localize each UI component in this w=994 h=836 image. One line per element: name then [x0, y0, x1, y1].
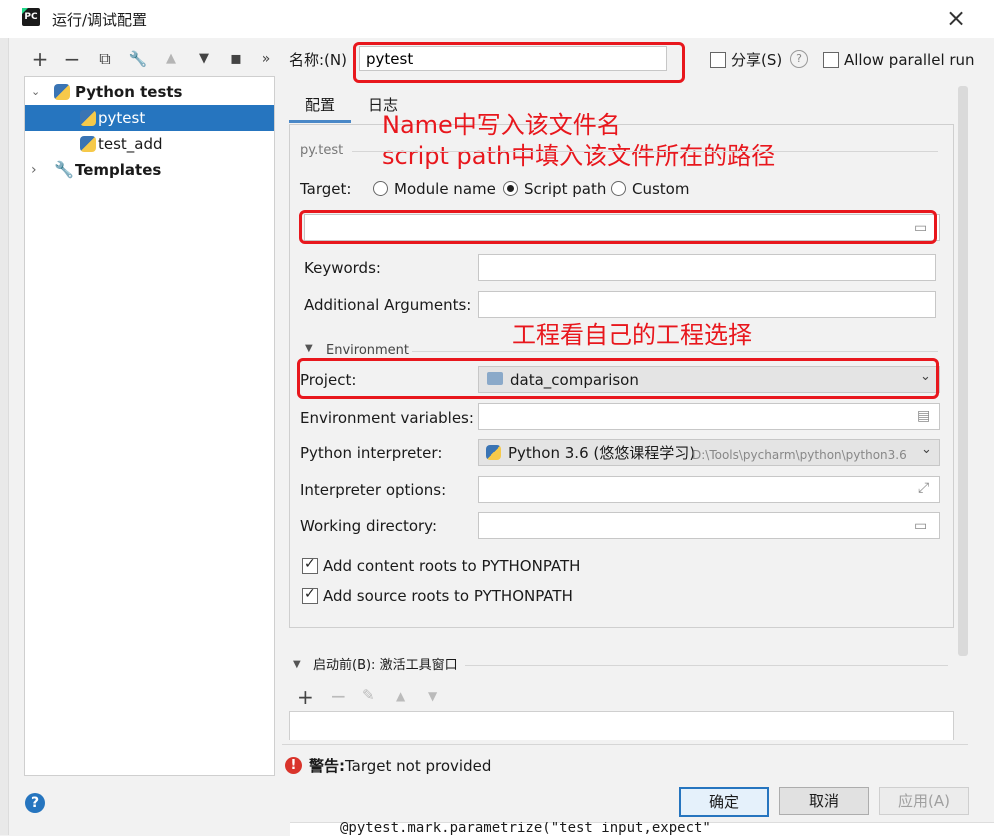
python-tests-icon [54, 84, 70, 100]
tree-group-python-tests[interactable]: ⌄ Python tests [25, 79, 274, 105]
interpreter-value: Python 3.6 (悠悠课程学习) [508, 444, 696, 462]
chevron-down-icon[interactable]: ⌄ [921, 442, 932, 457]
move-up-icon[interactable]: ▲ [160, 48, 182, 70]
keywords-input[interactable] [478, 254, 936, 281]
environment-divider [412, 351, 938, 352]
target-module-radio[interactable] [373, 181, 388, 196]
annotation-box-name [353, 42, 685, 83]
annotation-note-project: 工程看自己的工程选择 [512, 321, 752, 349]
share-checkbox[interactable] [710, 52, 726, 68]
pycharm-logo-icon: PC [22, 8, 40, 26]
name-label: 名称:(N) [289, 51, 347, 69]
interp-options-label: Interpreter options: [300, 481, 447, 499]
parallel-run-label: Allow parallel run [844, 51, 975, 69]
section-title: py.test [300, 143, 344, 158]
remove-config-icon[interactable]: − [61, 48, 83, 70]
env-vars-input[interactable] [478, 403, 940, 430]
environment-collapse-icon[interactable]: ▼ [305, 343, 313, 354]
warning-text: Target not provided [345, 757, 492, 775]
wrench-icon: 🔧 [54, 160, 74, 179]
interpreter-label: Python interpreter: [300, 444, 443, 462]
add-task-icon[interactable]: + [297, 685, 314, 709]
source-roots-checkbox[interactable] [302, 586, 318, 604]
help-icon[interactable]: ? [790, 50, 808, 68]
warning-title: 警告: [309, 757, 345, 775]
tree-item-test-add[interactable]: test_add [25, 131, 274, 157]
pytest-icon [80, 110, 96, 126]
content-roots-checkbox[interactable] [302, 556, 318, 574]
python-icon [486, 445, 501, 460]
interpreter-path: D:\Tools\pycharm\python\python3.6 [692, 448, 907, 462]
document-icon[interactable]: ▤ [917, 409, 930, 423]
move-down-icon[interactable]: ▼ [193, 48, 215, 70]
wrench-icon[interactable]: 🔧 [127, 48, 149, 70]
interp-options-input[interactable] [478, 476, 940, 503]
annotation-box-script-path [299, 210, 937, 244]
background-code-line: @pytest.mark.parametrize("test_input,exp… [340, 822, 711, 835]
annotation-note-script-path: script path中填入该文件所在的路径 [382, 142, 776, 170]
tree-item-label: pytest [98, 109, 146, 127]
move-up-icon[interactable]: ▲ [396, 689, 405, 703]
active-tab-indicator [289, 120, 351, 123]
tree-group-label: Python tests [75, 83, 183, 101]
remove-task-icon[interactable]: − [330, 684, 347, 708]
apply-button[interactable]: 应用(A) [879, 787, 969, 815]
move-down-icon[interactable]: ▼ [428, 689, 437, 703]
before-launch-collapse-icon[interactable]: ▼ [293, 659, 301, 670]
source-roots-label: Add source roots to PYTHONPATH [323, 587, 573, 605]
ok-button[interactable]: 确定 [679, 787, 769, 817]
title-bar [0, 0, 994, 38]
keywords-label: Keywords: [304, 259, 381, 277]
error-icon: ! [285, 757, 302, 774]
env-vars-label: Environment variables: [300, 409, 474, 427]
scrollbar[interactable] [958, 86, 968, 656]
tree-templates-label: Templates [75, 161, 162, 179]
tree-item-pytest[interactable]: pytest [25, 105, 274, 131]
before-launch-list[interactable] [289, 711, 954, 740]
before-launch-divider [465, 665, 948, 666]
annotation-box-project [297, 358, 939, 399]
target-custom-label: Custom [632, 180, 690, 198]
cancel-button[interactable]: 取消 [779, 787, 869, 815]
target-custom-radio[interactable] [611, 181, 626, 196]
chevron-right-icon[interactable]: › [31, 157, 37, 183]
pytest-icon [80, 136, 96, 152]
folder-icon[interactable]: ▭ [914, 519, 927, 533]
tree-item-label: test_add [98, 135, 163, 153]
help-icon[interactable]: ? [25, 793, 45, 813]
workdir-input[interactable] [478, 512, 940, 539]
section-divider [352, 151, 938, 152]
additional-args-input[interactable] [478, 291, 936, 318]
before-launch-label: 启动前(B): 激活工具窗口 [313, 658, 458, 673]
target-label: Target: [300, 180, 352, 198]
target-module-label: Module name [394, 180, 496, 198]
additional-args-label: Additional Arguments: [304, 296, 472, 314]
background-window-edge [0, 38, 9, 835]
content-roots-label: Add content roots to PYTHONPATH [323, 557, 581, 575]
config-tree[interactable]: ⌄ Python tests pytest test_add › 🔧 Templ… [24, 76, 275, 776]
more-icon[interactable]: » [255, 48, 277, 70]
annotation-note-name: Name中写入该文件名 [382, 111, 621, 139]
window-title: 运行/调试配置 [52, 11, 148, 29]
chevron-down-icon[interactable]: ⌄ [31, 79, 40, 105]
copy-config-icon[interactable]: ⧉ [94, 48, 116, 70]
tab-config[interactable]: 配置 [305, 94, 335, 115]
tree-item-templates[interactable]: › 🔧 Templates [25, 157, 274, 183]
parallel-run-checkbox[interactable] [823, 52, 839, 68]
warning-divider [282, 744, 968, 745]
close-icon[interactable]: × [944, 4, 968, 32]
add-config-icon[interactable]: + [29, 48, 51, 70]
target-script-label: Script path [524, 180, 607, 198]
edit-task-icon[interactable]: ✎ [362, 686, 375, 704]
target-script-radio[interactable] [503, 181, 518, 196]
share-label: 分享(S) [731, 51, 783, 69]
folder-add-icon[interactable]: ▪ [225, 48, 247, 70]
workdir-label: Working directory: [300, 517, 438, 535]
expand-icon[interactable]: ⤢ [918, 481, 929, 495]
